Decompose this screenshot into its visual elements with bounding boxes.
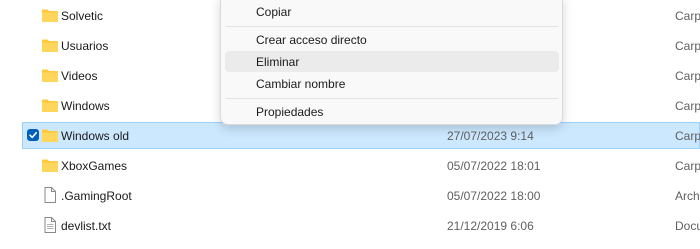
- menu-item-label: Crear acceso directo: [256, 33, 367, 47]
- menu-item-label: Cambiar nombre: [256, 77, 346, 91]
- folder-icon: [41, 68, 59, 83]
- file-name: Solvetic: [61, 9, 104, 23]
- file-name: devlist.txt: [61, 219, 112, 233]
- menu-divider: [226, 98, 558, 99]
- file-type: Carpe: [675, 129, 700, 143]
- menu-item-create-shortcut[interactable]: Crear acceso directo: [225, 29, 559, 50]
- file-type: Carpe: [675, 159, 700, 173]
- menu-item-properties[interactable]: Propiedades: [225, 101, 559, 122]
- menu-item-copy[interactable]: Copiar: [225, 1, 559, 22]
- menu-item-rename[interactable]: Cambiar nombre: [225, 73, 559, 94]
- file-date: 21/12/2019 6:06: [447, 219, 534, 233]
- file-type: Carpe: [675, 39, 700, 53]
- file-name: Usuarios: [61, 39, 109, 53]
- file-date: 05/07/2022 18:00: [447, 189, 541, 203]
- file-type: Carpe: [675, 9, 700, 23]
- file-name: Videos: [61, 69, 98, 83]
- file-icon: [41, 187, 59, 203]
- file-name: Windows old: [61, 129, 130, 143]
- context-menu: Copiar Crear acceso directo Eliminar Cam…: [220, 0, 563, 125]
- file-type: Carpe: [675, 99, 700, 113]
- folder-icon: [41, 38, 59, 53]
- menu-item-label: Copiar: [256, 5, 292, 19]
- list-item[interactable]: devlist.txt 21/12/2019 6:06 Docu: [22, 212, 700, 239]
- list-item[interactable]: XboxGames 05/07/2022 18:01 Carpe: [22, 152, 700, 179]
- file-name: .GamingRoot: [61, 189, 132, 203]
- file-type: Carpe: [675, 69, 700, 83]
- folder-icon: [41, 8, 59, 23]
- folder-icon: [41, 158, 59, 173]
- file-type: Docu: [675, 219, 700, 233]
- menu-item-label: Eliminar: [256, 55, 300, 69]
- list-item[interactable]: .GamingRoot 05/07/2022 18:00 Archi: [22, 182, 700, 209]
- checkbox-icon[interactable]: [27, 129, 39, 141]
- menu-item-label: Propiedades: [256, 105, 324, 119]
- file-type: Archi: [675, 189, 700, 203]
- file-name: XboxGames: [61, 159, 128, 173]
- file-name: Windows: [61, 99, 110, 113]
- file-date: 27/07/2023 9:14: [447, 129, 534, 143]
- folder-icon: [41, 128, 59, 143]
- file-date: 05/07/2022 18:01: [447, 159, 541, 173]
- file-explorer-view: Solvetic Carpe Usuarios Carpe Videos Car…: [0, 0, 700, 249]
- menu-item-delete[interactable]: Eliminar: [225, 51, 559, 72]
- list-item-selected[interactable]: Windows old 27/07/2023 9:14 Carpe: [22, 122, 700, 149]
- menu-divider: [226, 26, 558, 27]
- folder-icon: [41, 98, 59, 113]
- text-file-icon: [41, 217, 59, 233]
